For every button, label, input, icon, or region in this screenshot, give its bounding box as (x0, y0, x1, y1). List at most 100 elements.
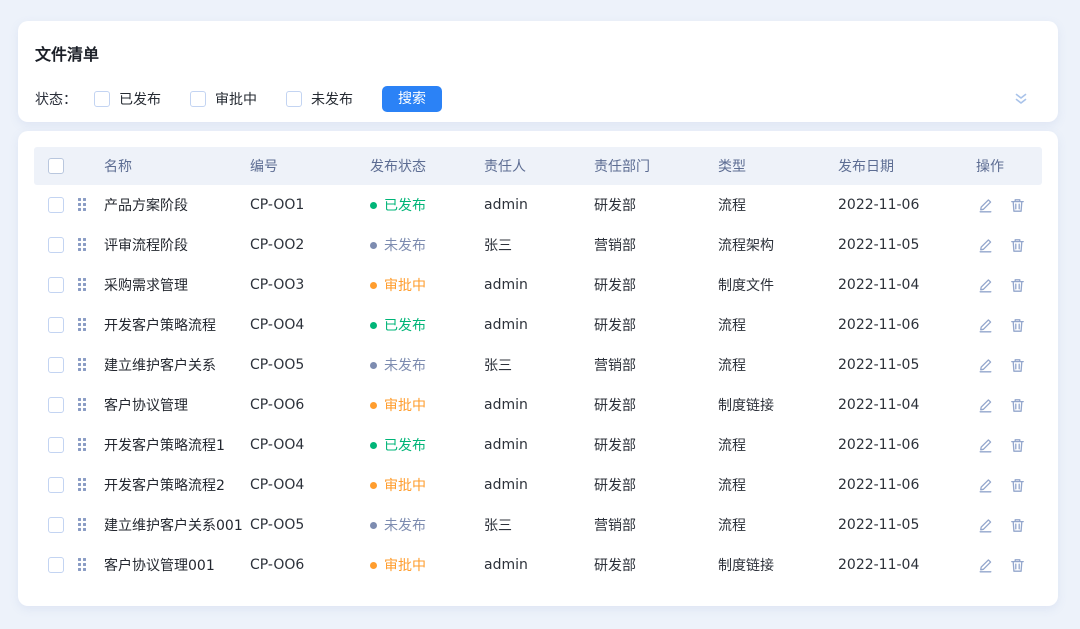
row-actions (976, 318, 1042, 333)
table-row: 评审流程阶段 CP-OO2 未发布 张三 营销部 流程架构 2022-11-05 (34, 225, 1042, 265)
file-type: 流程 (718, 315, 838, 335)
department: 研发部 (594, 435, 718, 455)
column-header-code: 编号 (250, 156, 370, 176)
owner: admin (484, 277, 594, 293)
search-button[interactable]: 搜索 (382, 86, 442, 112)
filter-checkbox-published[interactable]: 已发布 (94, 89, 161, 109)
filter-checkbox-label: 审批中 (215, 89, 257, 109)
checkbox-icon[interactable] (286, 91, 302, 107)
row-checkbox[interactable] (48, 557, 64, 573)
file-type: 制度链接 (718, 395, 838, 415)
file-type: 流程 (718, 435, 838, 455)
checkbox-icon[interactable] (190, 91, 206, 107)
row-actions (976, 238, 1042, 253)
delete-icon[interactable] (1010, 318, 1025, 333)
publish-status-badge: 已发布 (370, 315, 484, 335)
row-checkbox[interactable] (48, 197, 64, 213)
department: 研发部 (594, 475, 718, 495)
drag-handle-icon[interactable] (78, 318, 87, 332)
owner: 张三 (484, 515, 594, 535)
table-row: 采购需求管理 CP-OO3 审批中 admin 研发部 制度文件 2022-11… (34, 265, 1042, 305)
edit-icon[interactable] (978, 438, 993, 453)
file-code: CP-OO1 (250, 197, 370, 213)
row-checkbox[interactable] (48, 357, 64, 373)
edit-icon[interactable] (978, 198, 993, 213)
row-checkbox[interactable] (48, 477, 64, 493)
select-all-checkbox[interactable] (48, 158, 64, 174)
edit-icon[interactable] (978, 238, 993, 253)
row-checkbox[interactable] (48, 397, 64, 413)
status-label: 审批中 (384, 395, 426, 415)
department: 营销部 (594, 515, 718, 535)
status-dot-icon (370, 362, 377, 369)
delete-icon[interactable] (1010, 358, 1025, 373)
column-header-owner: 责任人 (484, 156, 594, 176)
row-actions (976, 438, 1042, 453)
status-dot-icon (370, 202, 377, 209)
edit-icon[interactable] (978, 398, 993, 413)
publish-date: 2022-11-05 (838, 517, 976, 533)
row-checkbox[interactable] (48, 437, 64, 453)
department: 研发部 (594, 275, 718, 295)
delete-icon[interactable] (1010, 478, 1025, 493)
row-checkbox[interactable] (48, 517, 64, 533)
table-row: 开发客户策略流程 CP-OO4 已发布 admin 研发部 流程 2022-11… (34, 305, 1042, 345)
drag-handle-icon[interactable] (78, 358, 87, 372)
file-name: 建立维护客户关系 (104, 355, 250, 375)
delete-icon[interactable] (1010, 518, 1025, 533)
file-code: CP-OO3 (250, 277, 370, 293)
delete-icon[interactable] (1010, 398, 1025, 413)
owner: admin (484, 437, 594, 453)
delete-icon[interactable] (1010, 558, 1025, 573)
edit-icon[interactable] (978, 318, 993, 333)
row-actions (976, 478, 1042, 493)
filter-checkbox-approving[interactable]: 审批中 (190, 89, 257, 109)
drag-handle-icon[interactable] (78, 478, 87, 492)
drag-handle-icon[interactable] (78, 438, 87, 452)
publish-status-badge: 审批中 (370, 395, 484, 415)
drag-handle-icon[interactable] (78, 238, 87, 252)
department: 营销部 (594, 235, 718, 255)
table-body: 产品方案阶段 CP-OO1 已发布 admin 研发部 流程 2022-11-0… (34, 185, 1042, 585)
table-row: 开发客户策略流程1 CP-OO4 已发布 admin 研发部 流程 2022-1… (34, 425, 1042, 465)
drag-handle-icon[interactable] (78, 278, 87, 292)
department: 营销部 (594, 355, 718, 375)
delete-icon[interactable] (1010, 198, 1025, 213)
column-header-dept: 责任部门 (594, 156, 718, 176)
file-type: 流程架构 (718, 235, 838, 255)
row-checkbox[interactable] (48, 277, 64, 293)
file-code: CP-OO5 (250, 357, 370, 373)
row-checkbox[interactable] (48, 237, 64, 253)
drag-handle-icon[interactable] (78, 198, 87, 212)
drag-handle-icon[interactable] (78, 398, 87, 412)
row-checkbox[interactable] (48, 317, 64, 333)
department: 研发部 (594, 195, 718, 215)
file-type: 流程 (718, 355, 838, 375)
checkbox-icon[interactable] (94, 91, 110, 107)
publish-status-badge: 未发布 (370, 355, 484, 375)
status-label: 已发布 (384, 435, 426, 455)
owner: admin (484, 477, 594, 493)
drag-handle-icon[interactable] (78, 518, 87, 532)
file-name: 开发客户策略流程1 (104, 435, 250, 455)
delete-icon[interactable] (1010, 238, 1025, 253)
edit-icon[interactable] (978, 518, 993, 533)
edit-icon[interactable] (978, 358, 993, 373)
status-dot-icon (370, 442, 377, 449)
owner: admin (484, 557, 594, 573)
owner: 张三 (484, 235, 594, 255)
row-actions (976, 518, 1042, 533)
row-actions (976, 398, 1042, 413)
status-dot-icon (370, 402, 377, 409)
publish-date: 2022-11-04 (838, 277, 976, 293)
table-row: 开发客户策略流程2 CP-OO4 审批中 admin 研发部 流程 2022-1… (34, 465, 1042, 505)
delete-icon[interactable] (1010, 438, 1025, 453)
column-header-type: 类型 (718, 156, 838, 176)
filter-checkbox-unpublished[interactable]: 未发布 (286, 89, 353, 109)
delete-icon[interactable] (1010, 278, 1025, 293)
collapse-double-chevron-icon[interactable] (1012, 91, 1030, 107)
edit-icon[interactable] (978, 558, 993, 573)
drag-handle-icon[interactable] (78, 558, 87, 572)
edit-icon[interactable] (978, 278, 993, 293)
edit-icon[interactable] (978, 478, 993, 493)
